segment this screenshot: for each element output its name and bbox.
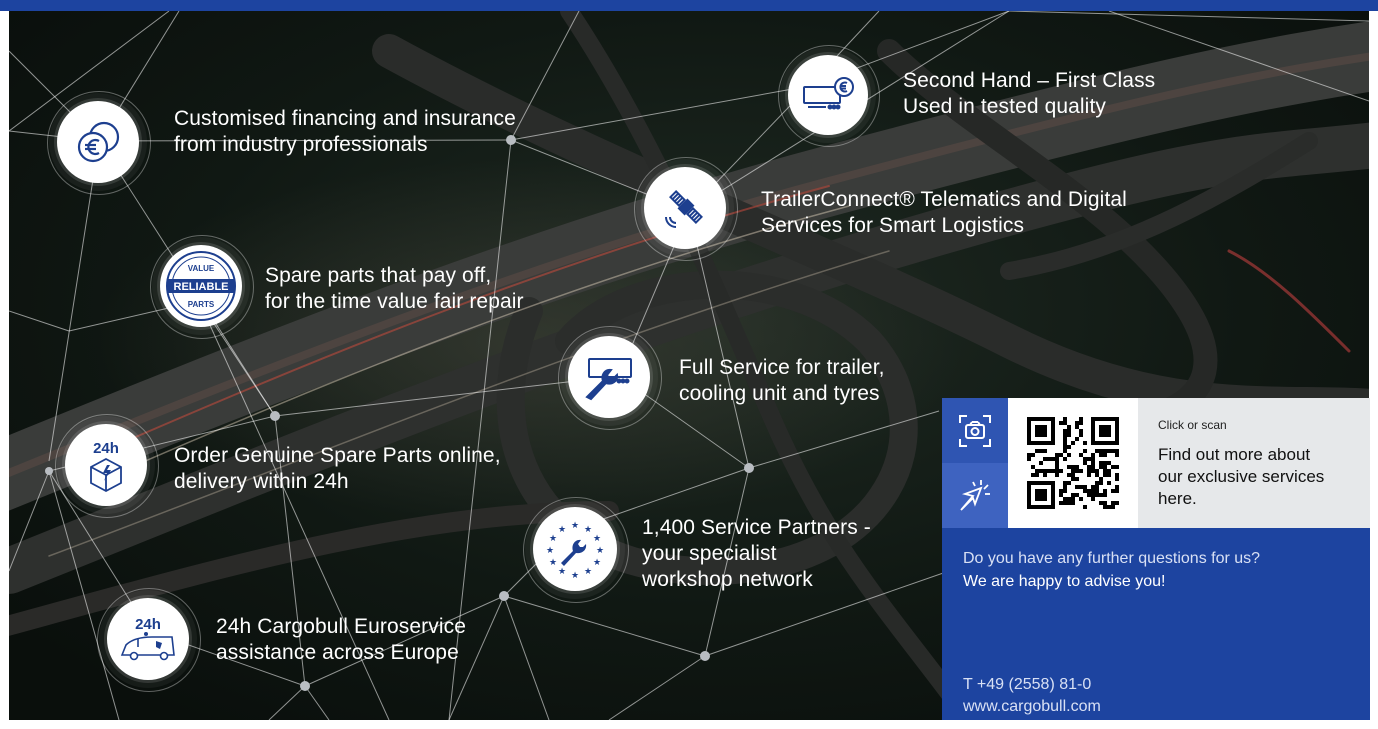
feature-line: assistance across Europe: [216, 641, 459, 664]
feature-line: Second Hand – First Class: [903, 69, 1156, 92]
top-brand-bar: [0, 0, 1378, 11]
feature-line: TrailerConnect® Telematics and Digital: [761, 188, 1127, 211]
feature-line: Spare parts that pay off,: [265, 264, 492, 287]
camera-scan-button[interactable]: [942, 398, 1008, 463]
scan-description[interactable]: Find out more about our exclusive servic…: [1158, 444, 1358, 510]
feature-order-text: Order Genuine Spare Parts online, delive…: [174, 443, 501, 495]
phone-number[interactable]: T +49 (2558) 81-0: [963, 676, 1091, 694]
feature-partners-text: 1,400 Service Partners - your specialist…: [642, 515, 871, 593]
feature-line: for the time value fair repair: [265, 290, 524, 313]
satellite-icon: [644, 167, 726, 249]
eu-stars-wrench-icon: ★ ★ ★ ★ ★ ★ ★ ★ ★ ★ ★ ★: [533, 507, 617, 591]
feature-spare-parts-text: Spare parts that pay off, for the time v…: [265, 263, 524, 315]
feature-line: 24h Cargobull Euroservice: [216, 615, 466, 638]
svg-text:★: ★: [593, 558, 601, 568]
feature-line: your specialist: [642, 542, 777, 565]
svg-text:★: ★: [549, 558, 557, 568]
parcel-24h-icon: 24h: [65, 424, 147, 506]
camera-scan-icon: [959, 414, 991, 447]
feature-euroservice-text: 24h Cargobull Euroservice assistance acr…: [216, 614, 466, 666]
badge-middle-text: RELIABLE: [174, 281, 229, 293]
website-link[interactable]: www.cargobull.com: [963, 698, 1101, 716]
svg-text:★: ★: [584, 525, 592, 535]
qr-code-icon: [1027, 417, 1119, 509]
questions-text: Do you have any further questions for us…: [963, 550, 1261, 567]
scan-line: Find out more about: [1158, 445, 1311, 464]
badge-top-text: VALUE: [188, 264, 215, 273]
feature-line: delivery within 24h: [174, 470, 349, 493]
feature-line: Full Service for trailer,: [679, 356, 885, 379]
feature-line: Used in tested quality: [903, 95, 1106, 118]
contact-panel: Click or scan Find out more about our ex…: [942, 398, 1370, 720]
badge-bottom-text: PARTS: [188, 300, 215, 309]
feature-used-text: Second Hand – First Class Used in tested…: [903, 68, 1155, 120]
feature-line: Order Genuine Spare Parts online,: [174, 444, 501, 467]
svg-text:★: ★: [571, 521, 579, 531]
svg-text:★: ★: [571, 571, 579, 581]
badge-24h-text: 24h: [135, 616, 161, 633]
qr-code[interactable]: [1008, 398, 1138, 528]
feature-telematics-text: TrailerConnect® Telematics and Digital S…: [761, 187, 1127, 239]
feature-line: 1,400 Service Partners -: [642, 516, 871, 539]
scan-line: our exclusive services: [1158, 467, 1325, 486]
badge-24h-text: 24h: [93, 440, 119, 457]
feature-line: from industry professionals: [174, 133, 428, 156]
svg-text:★: ★: [593, 534, 601, 544]
advise-text: We are happy to advise you!: [963, 573, 1166, 590]
feature-line: Customised financing and insurance: [174, 107, 516, 130]
scan-line: here.: [1158, 489, 1197, 508]
service-van-24h-icon: 24h: [107, 598, 189, 680]
svg-text:★: ★: [546, 546, 554, 556]
svg-text:★: ★: [584, 567, 592, 577]
feature-financing-text: Customised financing and insurance from …: [174, 106, 516, 158]
cooling-unit-wrench-icon: [568, 336, 650, 418]
svg-text:★: ★: [558, 525, 566, 535]
svg-text:★: ★: [549, 534, 557, 544]
scan-card[interactable]: Click or scan Find out more about our ex…: [942, 398, 1370, 528]
scan-label: Click or scan: [1158, 418, 1227, 432]
trailer-euro-icon: [788, 55, 868, 135]
feature-line: cooling unit and tyres: [679, 382, 880, 405]
feature-line: workshop network: [642, 568, 813, 591]
feature-full-service-text: Full Service for trailer, cooling unit a…: [679, 355, 885, 407]
reliable-parts-badge-icon: VALUE RELIABLE PARTS: [160, 245, 242, 327]
click-link-button[interactable]: [942, 463, 1008, 528]
svg-text:★: ★: [596, 546, 604, 556]
click-cursor-icon: [960, 479, 990, 511]
feature-line: Services for Smart Logistics: [761, 214, 1025, 237]
svg-text:★: ★: [558, 567, 566, 577]
euro-coins-icon: [57, 101, 139, 183]
